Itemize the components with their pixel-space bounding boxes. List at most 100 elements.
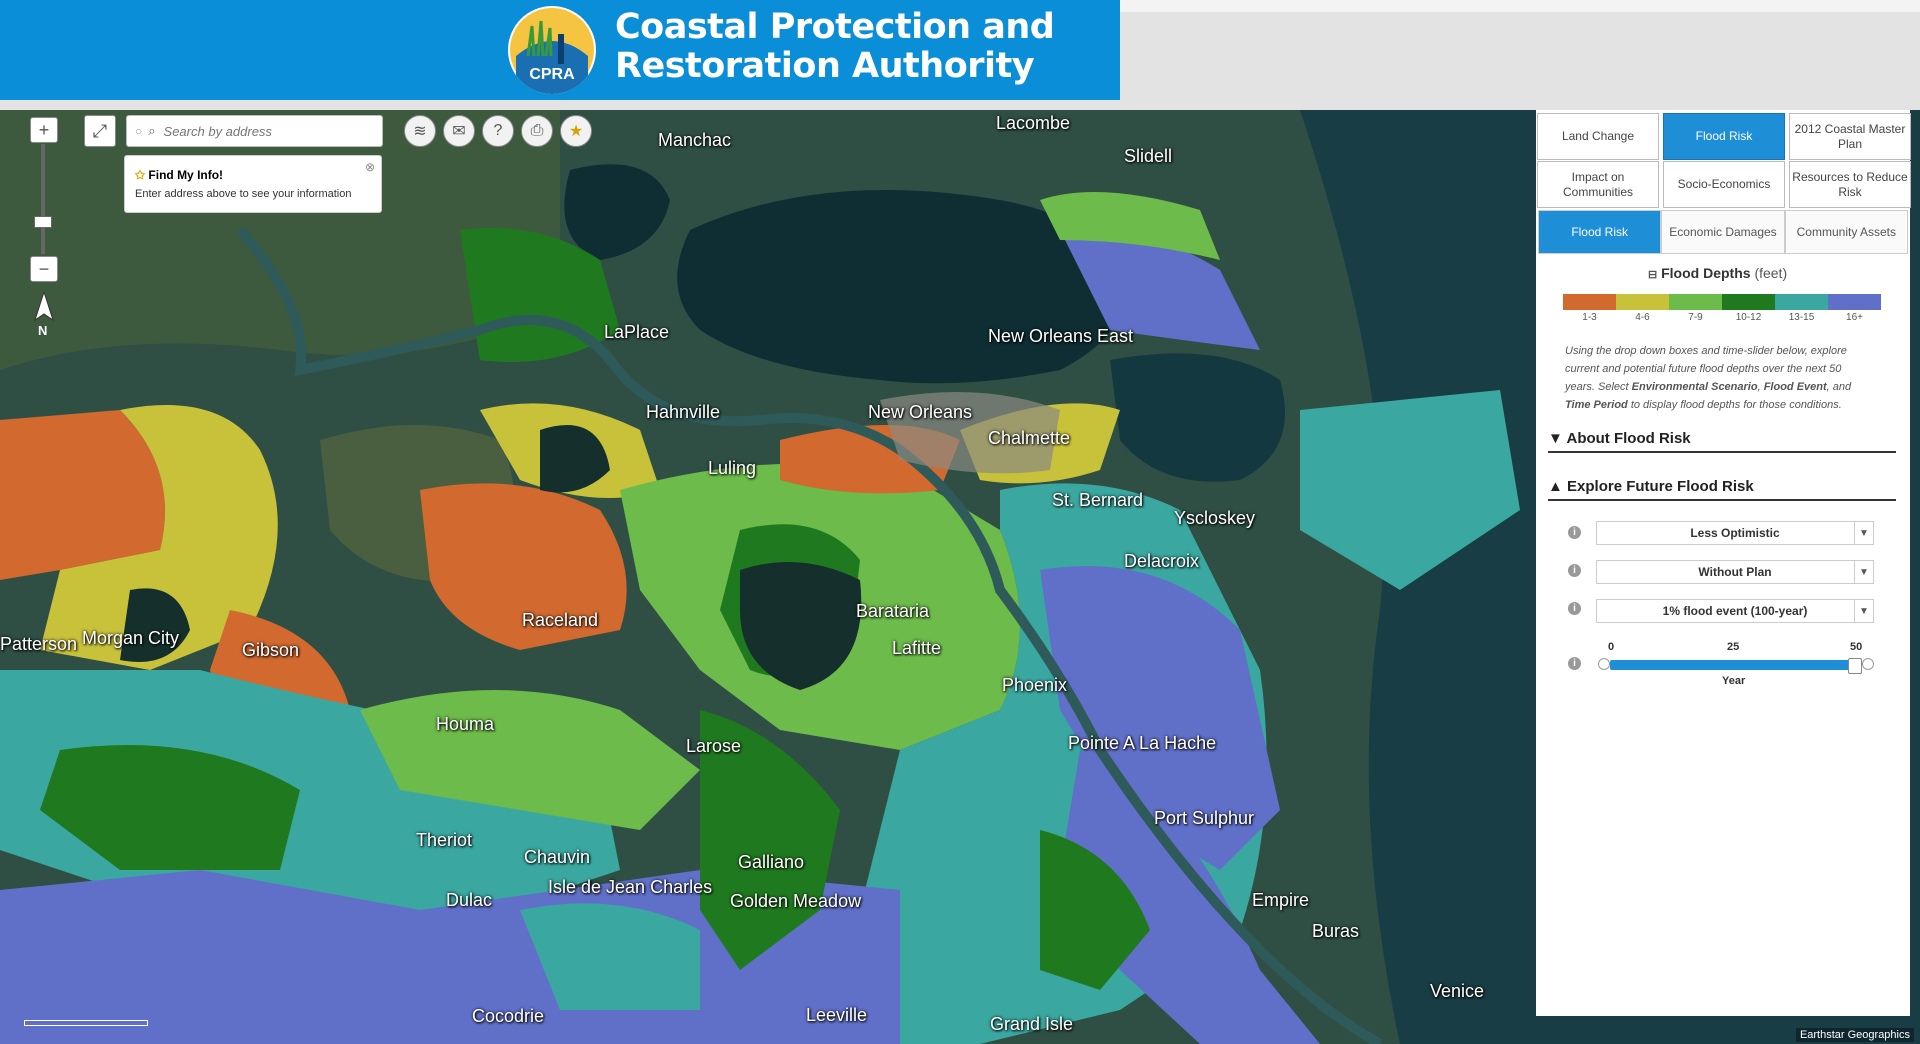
info-icon[interactable]: i <box>1568 564 1581 577</box>
place-label: Houma <box>436 714 495 734</box>
find-my-info-title: ✩ Find My Info! <box>135 168 224 182</box>
info-icon[interactable]: i <box>1568 602 1581 615</box>
place-label: Theriot <box>416 830 473 850</box>
chevron-down-icon: ▼ <box>1854 561 1873 583</box>
north-label: N <box>38 323 48 338</box>
place-label: Lacombe <box>996 113 1071 133</box>
subtab-economic-damages[interactable]: Economic Damages <box>1661 210 1785 254</box>
flood-event-select[interactable]: 1% flood event (100-year) ▼ <box>1596 599 1874 623</box>
tab-coastal-master-plan[interactable]: 2012 Coastal Master Plan <box>1789 113 1911 160</box>
year-slider-handle[interactable] <box>1848 658 1862 674</box>
legend-swatch <box>1828 294 1881 310</box>
logo-text: CPRA <box>529 66 575 83</box>
help-button[interactable]: ? <box>482 115 514 147</box>
place-label: Grand Isle <box>990 1014 1074 1034</box>
layers-button[interactable]: ≋ <box>404 115 436 147</box>
sub-tabs: Flood Risk Economic Damages Community As… <box>1538 210 1908 254</box>
zoom-slider-track[interactable] <box>41 144 45 254</box>
tab-land-change[interactable]: Land Change <box>1537 113 1659 160</box>
place-label: Leeville <box>806 1005 868 1025</box>
place-label: Pointe A La Hache <box>1068 733 1217 753</box>
fullscreen-button[interactable]: ⤢ <box>84 115 116 147</box>
slider-mid-label: 25 <box>1727 641 1740 653</box>
info-icon[interactable]: i <box>1568 657 1581 670</box>
search-input[interactable] <box>161 122 366 140</box>
place-label: Dulac <box>446 890 493 910</box>
title-line-1: Coastal Protection and <box>615 7 1055 47</box>
zoom-out-button[interactable]: − <box>30 256 58 282</box>
subtab-flood-risk[interactable]: Flood Risk <box>1538 210 1662 254</box>
place-label: St. Bernard <box>1052 490 1144 510</box>
page-title: Coastal Protection and Restoration Autho… <box>615 7 1055 86</box>
section-explore-future-flood-risk[interactable]: ▲ Explore Future Flood Risk <box>1548 478 1896 501</box>
legend-bin-label: 16+ <box>1846 312 1863 323</box>
place-label: Delacroix <box>1124 551 1200 571</box>
cpra-logo: CPRA <box>508 6 596 94</box>
legend-color-bar <box>1563 294 1881 310</box>
place-label: Buras <box>1312 921 1360 941</box>
legend-title: ⊟ Flood Depths (feet) <box>1648 265 1788 281</box>
zoom-slider-handle[interactable] <box>34 216 52 228</box>
flood-risk-description: Using the drop down boxes and time-slide… <box>1565 345 1852 411</box>
north-arrow-icon <box>33 290 55 327</box>
star-icon: ✩ <box>135 168 146 182</box>
place-label: Venice <box>1430 981 1485 1001</box>
question-icon: ? <box>493 122 503 139</box>
legend-swatch <box>1775 294 1828 310</box>
slider-max-label: 50 <box>1850 641 1863 653</box>
place-label: New Orleans <box>868 402 973 422</box>
star-icon: ★ <box>568 123 584 140</box>
place-label: Slidell <box>1124 146 1173 166</box>
scenario-select[interactable]: Less Optimistic ▼ <box>1596 521 1874 545</box>
email-button[interactable]: ✉ <box>443 115 475 147</box>
place-label: Gibson <box>242 640 300 660</box>
zoom-in-button[interactable]: + <box>30 117 58 143</box>
expand-icon: ⤢ <box>92 120 108 141</box>
place-label: Barataria <box>856 601 930 621</box>
print-button[interactable]: ⎙ <box>521 115 553 147</box>
place-label: Chauvin <box>524 847 591 867</box>
slider-start-button[interactable] <box>1598 658 1610 670</box>
legend-bin-label: 1-3 <box>1582 312 1597 323</box>
favorites-button[interactable]: ★ <box>560 115 592 147</box>
place-label: Yscloskey <box>1174 508 1256 528</box>
place-label: Port Sulphur <box>1154 808 1255 828</box>
place-label: Manchac <box>658 130 732 150</box>
main-tabs: Land Change Flood Risk 2012 Coastal Mast… <box>1537 113 1911 160</box>
address-search[interactable]: ○ ⌕ <box>126 115 383 147</box>
tab-flood-risk[interactable]: Flood Risk <box>1663 113 1785 160</box>
find-my-info-popup: ✩ Find My Info! Enter address above to s… <box>124 155 382 213</box>
subtab-community-assets[interactable]: Community Assets <box>1784 210 1908 254</box>
triangle-up-icon: ▲ <box>1548 478 1563 495</box>
place-label: Golden Meadow <box>730 891 862 911</box>
place-label: LaPlace <box>604 322 670 342</box>
slider-end-button[interactable] <box>1862 658 1874 670</box>
place-label: Patterson <box>0 634 78 654</box>
slider-axis-label: Year <box>1722 675 1746 687</box>
header-strip <box>1120 0 1920 12</box>
title-line-2: Restoration Authority <box>615 46 1035 86</box>
place-label: Larose <box>686 736 742 756</box>
tab-resources-to-reduce-risk[interactable]: Resources to Reduce Risk <box>1789 161 1911 208</box>
legend-swatch <box>1616 294 1669 310</box>
legend-bin-label: 4-6 <box>1635 312 1650 323</box>
section-about-flood-risk[interactable]: ▼ About Flood Risk <box>1548 430 1896 453</box>
tab-socio-economics[interactable]: Socio-Economics <box>1663 161 1785 208</box>
close-icon[interactable]: ⊗ <box>365 160 375 174</box>
main-tabs-row-2: Impact on Communities Socio-Economics Re… <box>1537 161 1911 208</box>
info-icon[interactable]: i <box>1568 526 1581 539</box>
printer-icon: ⎙ <box>530 122 544 139</box>
place-label: Raceland <box>522 610 599 630</box>
place-label: Lafitte <box>892 638 942 658</box>
legend-bin-label: 10-12 <box>1735 312 1762 323</box>
tab-impact-on-communities[interactable]: Impact on Communities <box>1537 161 1659 208</box>
plan-select[interactable]: Without Plan ▼ <box>1596 560 1874 584</box>
place-label: New Orleans East <box>988 326 1134 346</box>
year-slider[interactable] <box>1610 660 1860 670</box>
slider-min-label: 0 <box>1608 641 1615 653</box>
layers-icon: ≋ <box>413 123 427 140</box>
place-label: Cocodrie <box>472 1006 545 1026</box>
place-label: Isle de Jean Charles <box>548 877 713 897</box>
legend-labels: 1-3 4-6 7-9 10-12 13-15 16+ <box>1563 312 1881 323</box>
collapse-icon[interactable]: ⊟ <box>1648 269 1657 281</box>
